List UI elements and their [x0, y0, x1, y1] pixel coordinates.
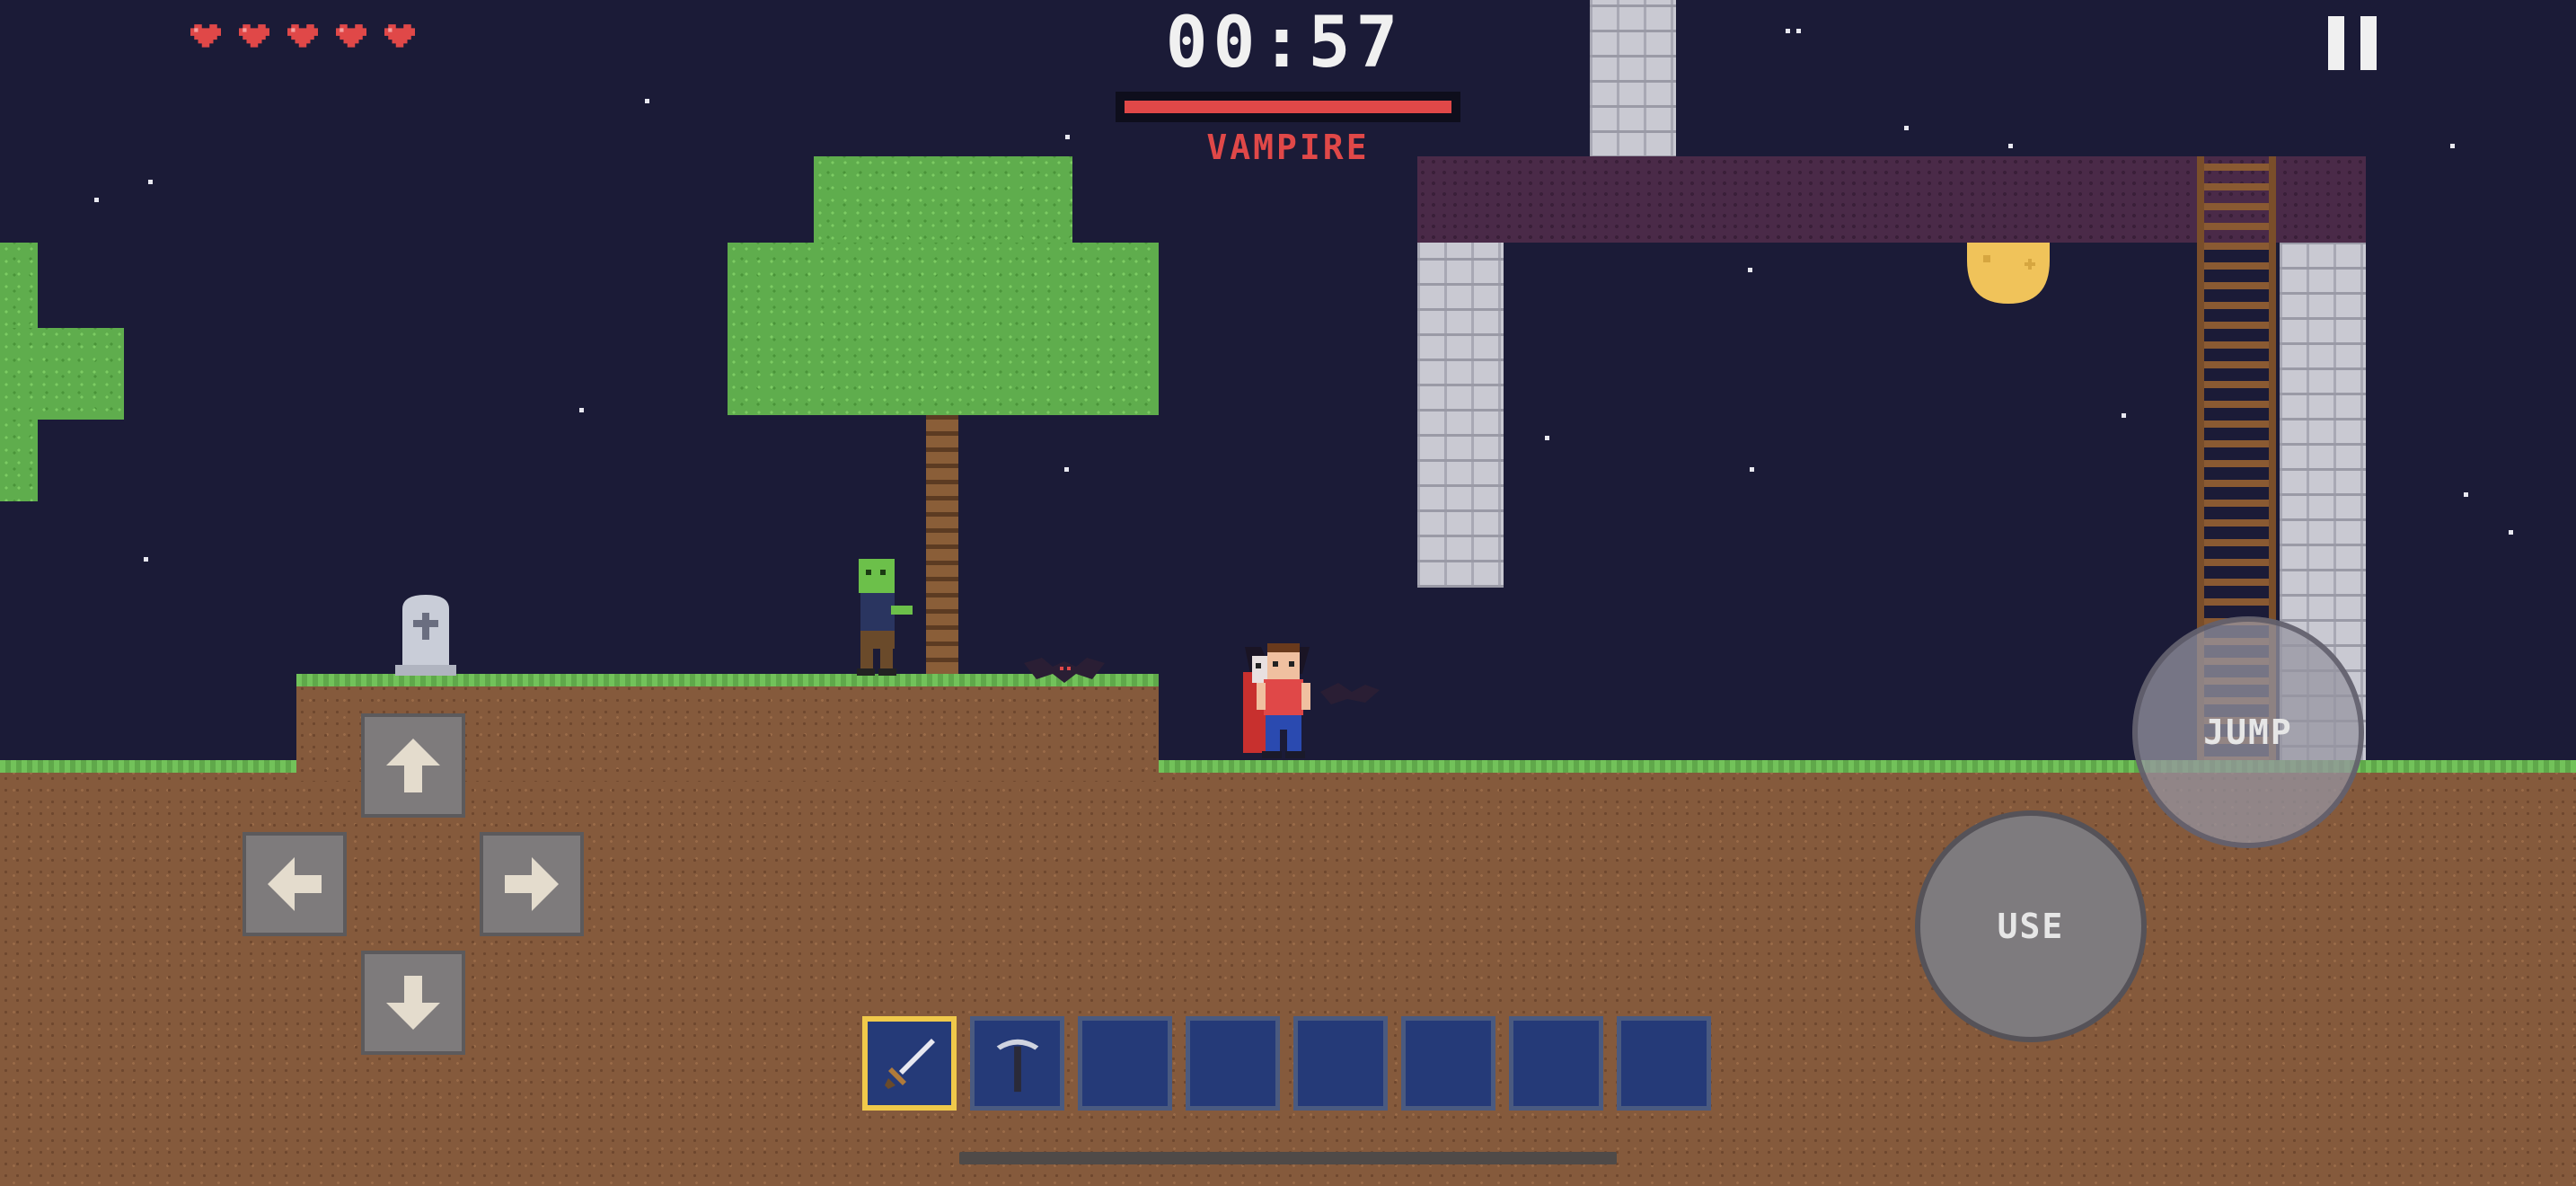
hotbar-slot-2[interactable]: [970, 1016, 1064, 1111]
player-character[interactable]: [1253, 643, 1316, 758]
hotbar-slot-5[interactable]: [1293, 1016, 1388, 1111]
boss-health-fill: [1125, 101, 1451, 113]
stone-pillar-left: [1417, 243, 1504, 588]
arrow-left-icon: [268, 857, 322, 911]
jump-button[interactable]: JUMP: [2132, 616, 2364, 848]
hotbar-slot-1[interactable]: [862, 1016, 957, 1111]
hotbar-slot-6[interactable]: [1401, 1016, 1495, 1111]
hotbar-slot-8[interactable]: [1617, 1016, 1711, 1111]
zombie-enemy[interactable]: [853, 557, 916, 676]
stone-chimney: [1590, 0, 1676, 158]
hotbar-slot-3[interactable]: [1078, 1016, 1172, 1111]
bat-enemy[interactable]: [1024, 654, 1105, 686]
moon-icon: [1967, 243, 2050, 304]
heart-icon: [336, 24, 366, 48]
tree-trunk: [926, 409, 958, 678]
hotbar-slot-4[interactable]: [1186, 1016, 1280, 1111]
hotbar-slot-7[interactable]: [1509, 1016, 1603, 1111]
game-scene: 00:57 VAMPIRE USE JUMP: [0, 0, 2576, 1186]
boss-health-bar: [1116, 92, 1460, 122]
heart-icon: [287, 24, 318, 48]
arrow-right-icon: [505, 857, 559, 911]
arrow-up-icon: [386, 739, 440, 792]
foliage-left-branch: [0, 328, 124, 420]
heart-icon: [190, 24, 221, 48]
use-button[interactable]: USE: [1915, 810, 2147, 1042]
boss-name: VAMPIRE: [1206, 128, 1370, 167]
dpad-left-button[interactable]: [243, 832, 347, 936]
dpad-right-button[interactable]: [480, 832, 584, 936]
pickaxe-icon: [996, 1039, 1038, 1092]
dpad-up-button[interactable]: [361, 713, 465, 818]
sword-icon: [884, 1038, 935, 1089]
heart-icon: [239, 24, 269, 48]
timer: 00:57: [1165, 3, 1404, 84]
dpad-down-button[interactable]: [361, 951, 465, 1055]
tree-canopy: [728, 243, 1159, 415]
grass-left: [0, 760, 296, 773]
pause-icon: [2328, 16, 2377, 70]
pause-button[interactable]: [2317, 13, 2393, 74]
arrow-down-icon: [386, 976, 440, 1030]
hotbar-scrollbar[interactable]: [959, 1152, 1617, 1164]
gravestone-icon: [395, 595, 456, 676]
tree-canopy-top: [814, 156, 1072, 246]
heart-icon: [384, 24, 415, 48]
grass-right: [1159, 760, 2576, 773]
